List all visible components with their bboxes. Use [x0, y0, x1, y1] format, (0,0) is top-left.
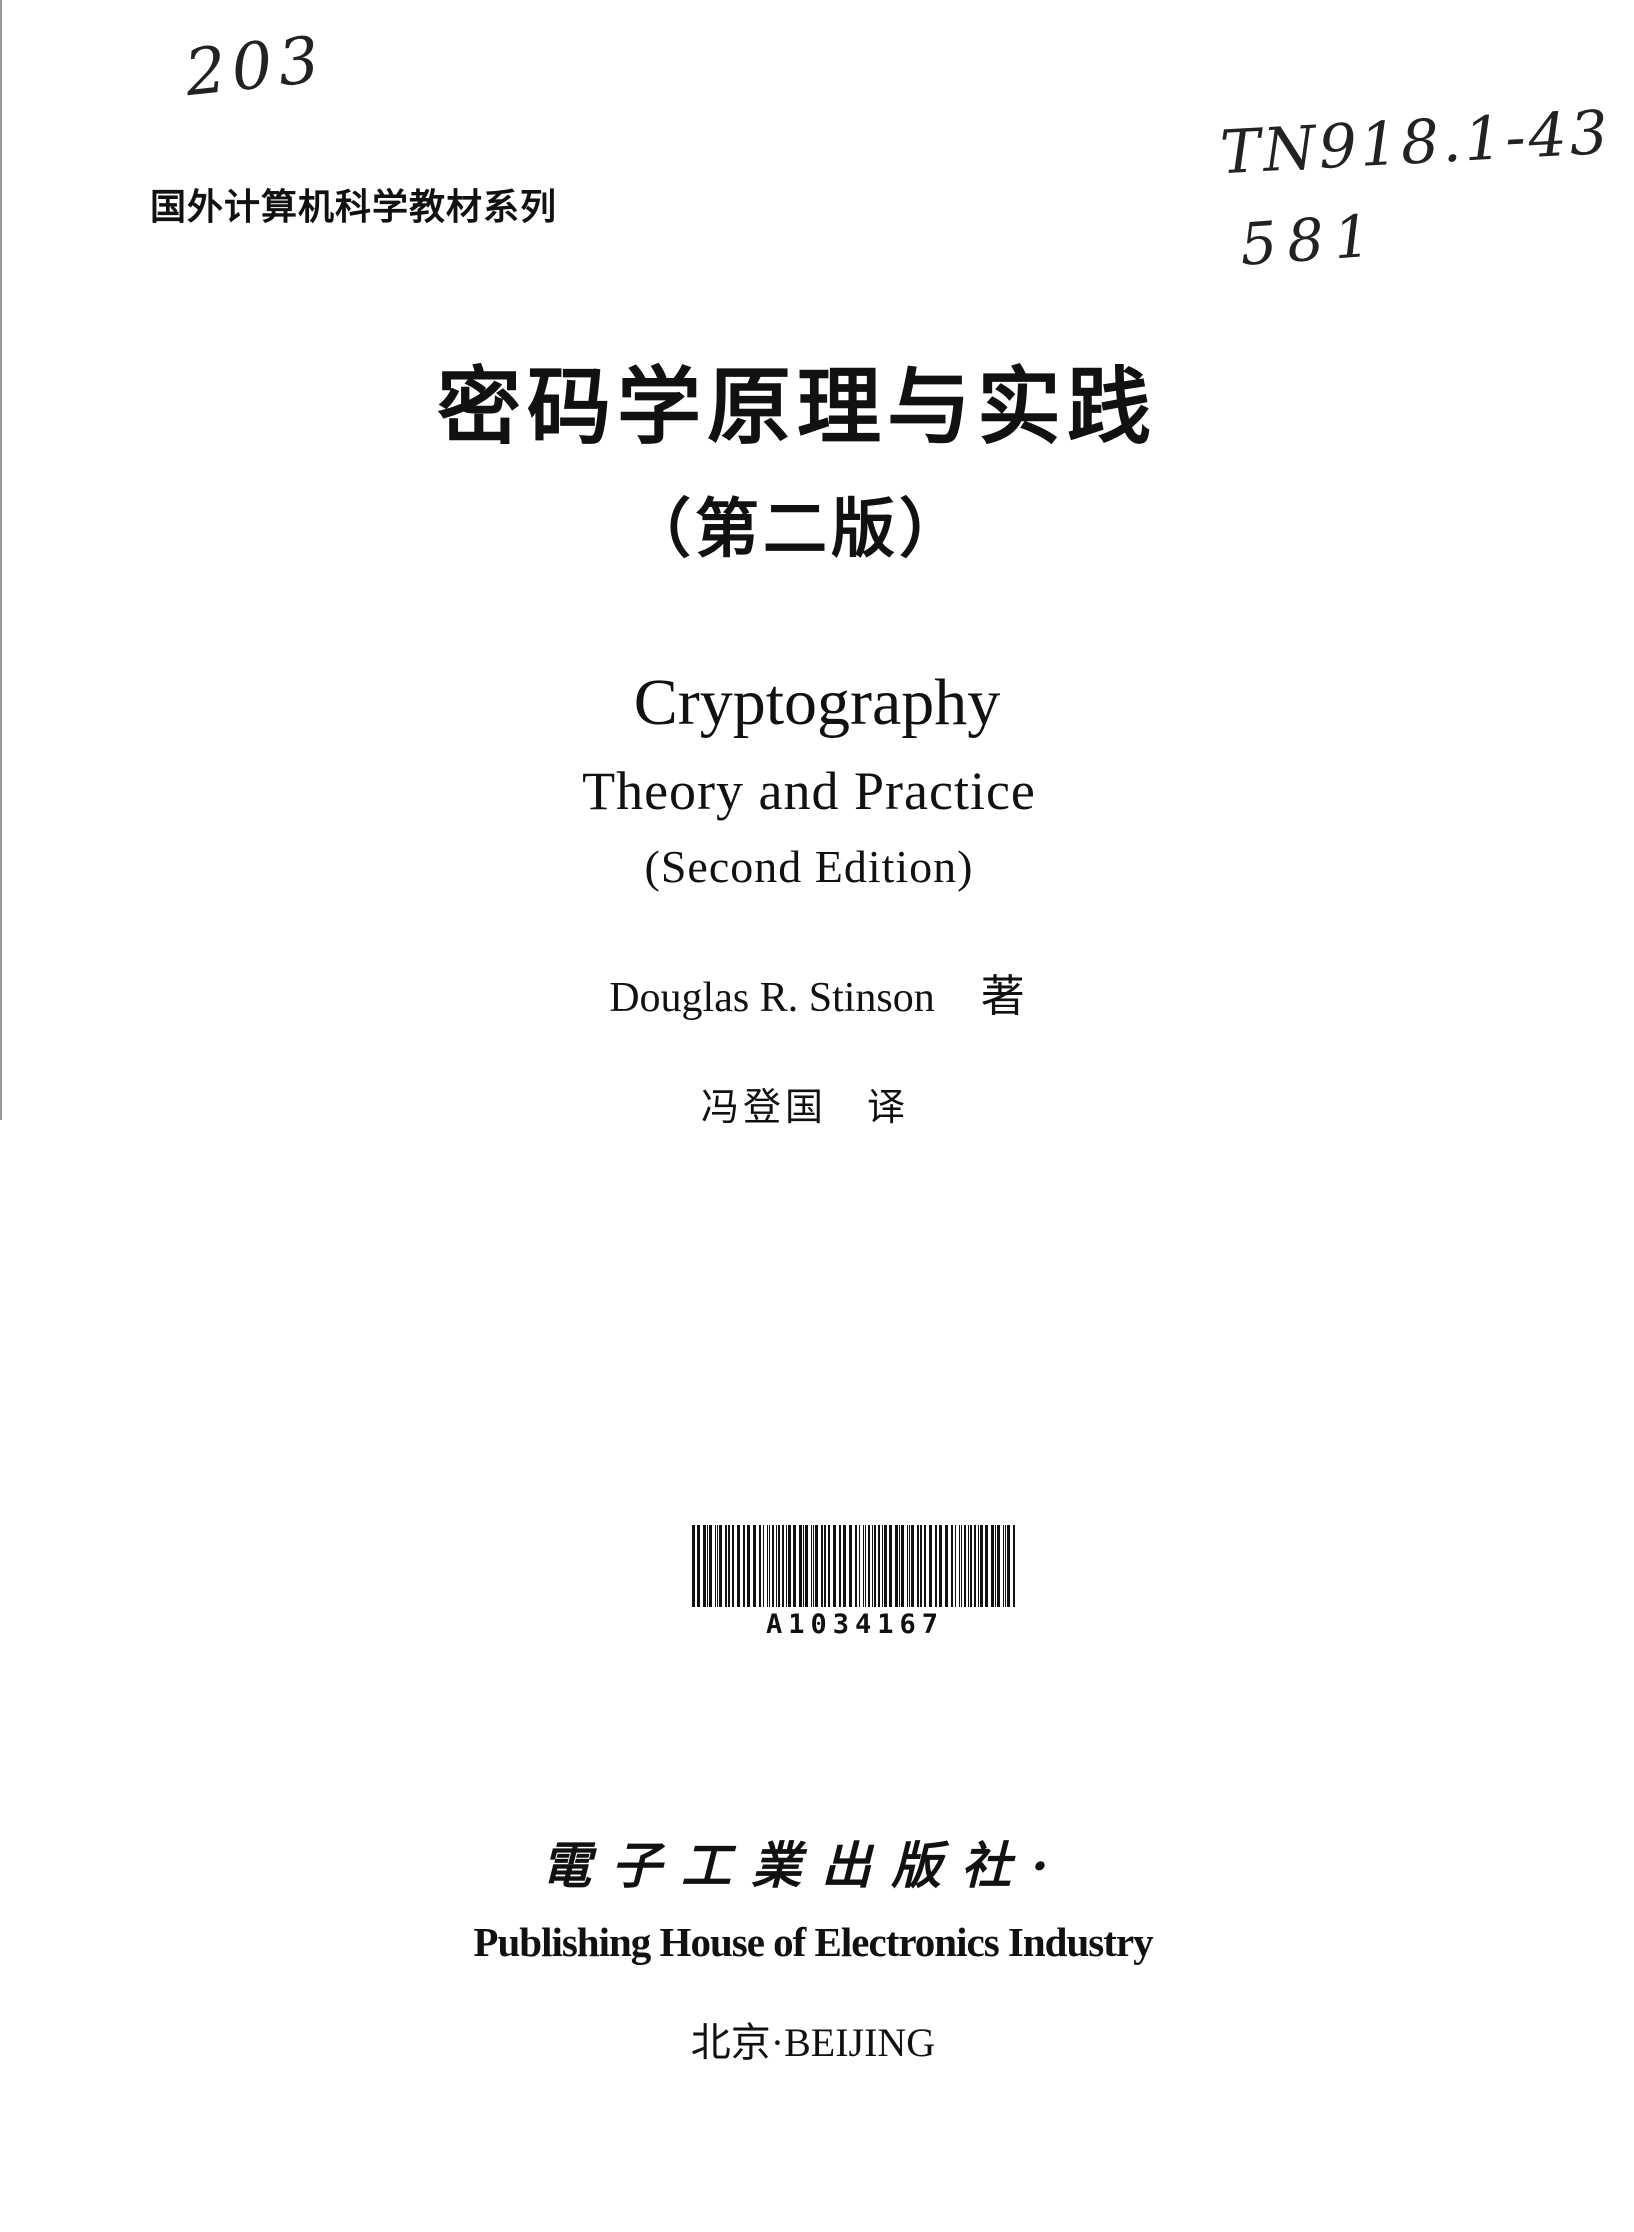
edition-english: (Second Edition): [644, 841, 974, 892]
author-name: Douglas R. Stinson: [609, 975, 935, 1021]
barcode-number: A1034167: [765, 1609, 945, 1640]
author-line: Douglas R. Stinson 著: [0, 960, 1634, 1024]
edition-chinese: （第二版）: [627, 493, 967, 567]
barcode-icon: [692, 1525, 1015, 1607]
handwritten-call-number-line2: 581: [1237, 201, 1383, 279]
translator-line: 冯登国译: [0, 1076, 1622, 1131]
book-title-chinese: 密码学原理与实践: [436, 358, 1157, 456]
title-page: 203 TN918.1-43 581 国外计算机科学教材系列 密码学原理与实践 …: [0, 0, 1634, 2232]
publisher-name-chinese: 電子工業出版社·: [541, 1836, 1069, 1895]
book-title-english: Cryptography: [633, 666, 1001, 739]
translator-name: 冯登国: [700, 1085, 827, 1129]
translator-role: 译: [867, 1085, 910, 1129]
book-subtitle-english: Theory and Practice: [582, 761, 1036, 821]
library-barcode: A1034167: [690, 1525, 1020, 1640]
author-role: 著: [980, 971, 1025, 1022]
publisher-city: 北京·BEIJING: [690, 2020, 936, 2065]
handwritten-call-number-line1: TN918.1-43: [1218, 97, 1613, 189]
handwritten-page-number: 203: [181, 22, 329, 112]
series-title: 国外计算机科学教材系列: [150, 187, 558, 228]
publisher-name-english: Publishing House of Electronics Industry: [473, 1919, 1153, 1965]
